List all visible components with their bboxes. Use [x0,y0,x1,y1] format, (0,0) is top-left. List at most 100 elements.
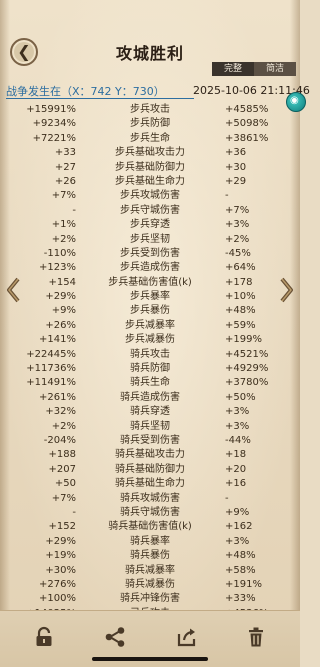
defender-value: +58% [225,564,256,576]
table-row: +11491% 骑兵生命 +3780% [0,376,300,390]
table-row: +7% 步兵攻城伤害 - [0,189,300,203]
page-title: 攻城胜利 [115,44,184,63]
table-row: +30% 骑兵减暴率 +58% [0,564,300,578]
defender-value: +48% [225,550,256,562]
defender-value: +191% [225,578,262,590]
delete-button[interactable] [245,626,267,648]
defender-value: +3% [225,219,250,231]
table-row: +15991% 步兵攻击 +4585% [0,103,300,117]
table-row: +7221% 步兵生命 +3861% [0,132,300,146]
table-row: +9% 步兵暴伤 +48% [0,304,300,318]
stat-name: 步兵基础防御力 [115,161,185,173]
export-button[interactable] [176,626,198,648]
stats-table: +15991% 步兵攻击 +4585% +9234% 步兵防御 +5098% +7221% 步… [0,103,300,621]
defender-value: +199% [225,334,262,346]
defender-value: +59% [225,319,256,331]
defender-value: +33% [225,593,256,605]
defender-value: +16 [225,478,247,490]
stat-name: 步兵攻城伤害 [120,190,180,202]
table-row: +141% 步兵减暴伤 +199% [0,333,300,347]
view-mode-tabs: 完整 简洁 [212,62,296,76]
table-row: +152 骑兵基础伤害值(k) +162 [0,520,300,534]
table-row: - 骑兵守城伤害 +9% [0,506,300,520]
stat-name: 步兵基础伤害值(k) [108,276,192,288]
previous-report-button[interactable] [4,276,22,304]
chevron-right-icon [280,277,293,303]
table-row: +188 骑兵基础攻击力 +18 [0,448,300,462]
table-row: +29% 步兵暴率 +10% [0,290,300,304]
stat-name: 步兵基础生命力 [115,175,185,187]
table-row: +22445% 骑兵攻击 +4521% [0,348,300,362]
stat-name: 步兵暴率 [130,291,170,303]
table-row: +207 骑兵基础防御力 +20 [0,463,300,477]
defender-value: - [225,492,229,504]
stat-name: 步兵生命 [130,132,170,144]
lock-button[interactable] [33,626,55,648]
battle-location-link[interactable]: 战争发生在（X：742 Y：730） [6,83,165,99]
stat-name: 骑兵基础生命力 [115,478,185,490]
stat-name: 骑兵暴率 [130,535,170,547]
stat-name: 骑兵减暴伤 [125,578,175,590]
stat-name: 骑兵生命 [130,377,170,389]
defender-value: +3% [225,535,250,547]
export-icon [177,628,196,647]
stat-name: 骑兵基础伤害值(k) [108,521,192,533]
table-row: +7% 骑兵攻城伤害 - [0,492,300,506]
defender-value: -45% [225,247,251,259]
table-row: +26 步兵基础生命力 +29 [0,175,300,189]
table-row: +26% 步兵减暴率 +59% [0,319,300,333]
attacker-value: +15991% [26,104,76,115]
stat-name: 骑兵暴伤 [130,550,170,562]
stat-name: 骑兵坚韧 [130,420,170,432]
defender-value: +30 [225,161,247,173]
defender-value: +48% [225,305,256,317]
table-row: +261% 骑兵造成伤害 +50% [0,391,300,405]
defender-value: +29 [225,175,247,187]
stat-name: 步兵造成伤害 [120,262,180,274]
location-underline [6,98,194,99]
table-row: - 步兵守城伤害 +7% [0,204,300,218]
attacker-value: +11736% [26,363,76,375]
table-row: +276% 骑兵减暴伤 +191% [0,578,300,592]
defender-value: +10% [225,291,256,303]
stat-name: 步兵减暴率 [125,319,175,331]
share-icon [105,627,125,647]
table-row: +50 骑兵基础生命力 +16 [0,477,300,491]
defender-value: +2% [225,233,250,245]
stat-name: 步兵暴伤 [130,305,170,317]
defender-value: +36 [225,147,247,159]
table-row: +9234% 步兵防御 +5098% [0,117,300,131]
defender-value: +162 [225,521,253,533]
table-row: +2% 骑兵坚韧 +3% [0,420,300,434]
stat-name: 骑兵穿透 [130,406,170,418]
stat-name: 骑兵基础防御力 [115,463,185,475]
table-row: +1% 步兵穿透 +3% [0,218,300,232]
next-report-button[interactable] [278,276,296,304]
defender-value: +4521% [225,348,269,360]
tab-full[interactable]: 完整 [212,62,254,76]
table-row: +19% 骑兵暴伤 +48% [0,549,300,563]
stat-name: 骑兵攻城伤害 [120,492,180,504]
defender-value: +20 [225,463,247,475]
defender-value: +3861% [225,132,269,144]
table-row: +11736% 骑兵防御 +4929% [0,362,300,376]
table-row: +33 步兵基础攻击力 +36 [0,146,300,160]
defender-value: +4585% [225,104,269,115]
defender-value: +7% [225,204,250,216]
table-row: +29% 骑兵暴率 +3% [0,535,300,549]
stat-name: 步兵减暴伤 [125,334,175,346]
defender-value: +178 [225,276,253,288]
defender-value: -44% [225,434,251,446]
stat-name: 步兵受到伤害 [120,247,180,259]
stat-name: 骑兵造成伤害 [120,391,180,403]
chevron-left-icon [7,277,20,303]
attacker-value: +22445% [26,348,76,360]
defender-value: +3% [225,406,250,418]
share-button[interactable] [104,626,126,648]
defender-value: +3780% [225,377,269,389]
table-row: +154 步兵基础伤害值(k) +178 [0,276,300,290]
tab-concise[interactable]: 简洁 [254,62,296,76]
stat-name: 步兵穿透 [130,219,170,231]
stat-name: 步兵防御 [130,118,170,130]
stat-name: 步兵坚韧 [130,233,170,245]
